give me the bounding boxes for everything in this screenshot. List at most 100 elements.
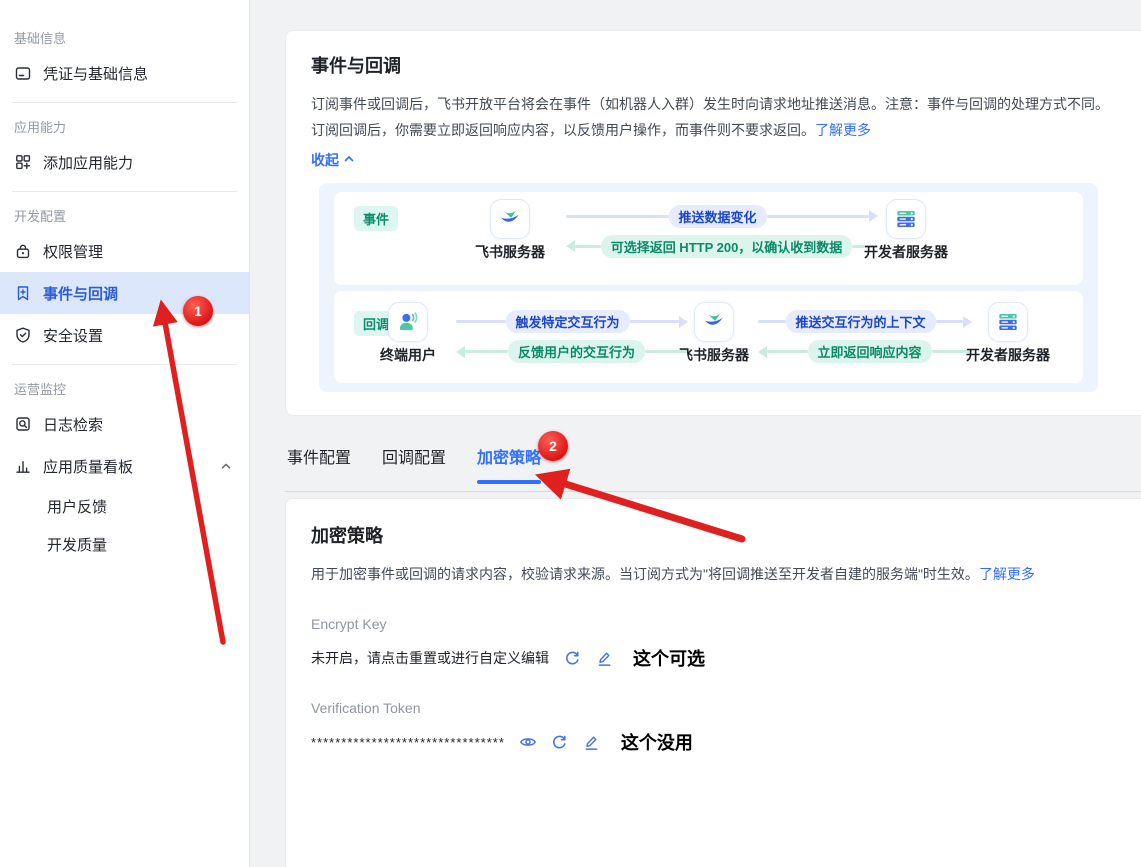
sidebar-item-label: 事件与回调 — [43, 283, 118, 304]
sidebar-item-quality-dashboard[interactable]: 应用质量看板 — [0, 445, 249, 487]
edit-icon[interactable] — [583, 733, 601, 751]
description-line2: 订阅回调后，你需要立即返回响应内容，以反馈用户操作，而事件则不要求返回。 — [311, 122, 815, 138]
learn-more-link[interactable]: 了解更多 — [815, 122, 871, 138]
lock-icon — [14, 242, 32, 260]
tab-event-config[interactable]: 事件配置 — [285, 442, 353, 486]
events-callbacks-diagram: 事件 飞书服务器 推送数据变化 可选择返回 HTTP 200，以 — [319, 183, 1098, 392]
server-icon — [988, 302, 1028, 342]
event-arrows: 推送数据变化 可选择返回 HTTP 200，以确认收到数据 — [566, 205, 878, 257]
node-label: 飞书服务器 — [679, 345, 749, 365]
tab-encryption-strategy[interactable]: 加密策略 — [475, 442, 543, 486]
sidebar-item-label: 添加应用能力 — [43, 152, 133, 173]
encryption-title: 加密策略 — [311, 522, 1141, 548]
sidebar-item-add-capability[interactable]: 添加应用能力 — [0, 141, 249, 183]
feishu-server-node: 飞书服务器 — [666, 302, 762, 365]
encrypt-key-label: Encrypt Key — [311, 616, 1141, 632]
developer-server-node: 开发者服务器 — [960, 302, 1056, 365]
flag-plus-icon — [14, 284, 32, 302]
event-flow-row: 事件 飞书服务器 推送数据变化 可选择返回 HTTP 200，以 — [334, 192, 1083, 285]
arrow-label: 触发特定交互行为 — [506, 310, 630, 333]
http200-arrow: 可选择返回 HTTP 200，以确认收到数据 — [566, 235, 878, 257]
eye-icon[interactable] — [519, 733, 537, 751]
end-user-icon — [388, 302, 428, 342]
feishu-logo-icon — [490, 199, 530, 239]
immediate-response-arrow: 立即返回响应内容 — [758, 341, 972, 363]
node-label: 开发者服务器 — [966, 345, 1050, 365]
annotation-note-unused: 这个没用 — [621, 729, 693, 755]
section-label-operations-monitoring: 运营监控 — [0, 373, 249, 403]
feishu-logo-icon — [694, 302, 734, 342]
server-icon — [886, 199, 926, 239]
node-label: 开发者服务器 — [864, 242, 948, 262]
sidebar-item-label: 凭证与基础信息 — [43, 63, 148, 84]
refresh-icon[interactable] — [551, 733, 569, 751]
log-search-icon — [14, 415, 32, 433]
sidebar-item-credentials[interactable]: 凭证与基础信息 — [0, 52, 249, 94]
tab-callback-config[interactable]: 回调配置 — [380, 442, 448, 486]
page-description: 订阅事件或回调后，飞书开放平台将会在事件（如机器人入群）发生时向请求地址推送消息… — [311, 91, 1141, 143]
developer-server-node: 开发者服务器 — [858, 199, 954, 262]
event-badge: 事件 — [354, 206, 398, 231]
divider — [12, 102, 237, 103]
description-line1: 订阅事件或回调后，飞书开放平台将会在事件（如机器人入群）发生时向请求地址推送消息… — [311, 96, 1109, 112]
verification-token-value: ******************************** — [311, 735, 505, 750]
sidebar-item-label: 安全设置 — [43, 325, 103, 346]
verification-token-label: Verification Token — [311, 700, 1141, 716]
sidebar-item-user-feedback[interactable]: 用户反馈 — [0, 487, 249, 525]
push-context-arrow: 推送交互行为的上下文 — [758, 311, 972, 333]
sidebar-item-security-settings[interactable]: 安全设置 — [0, 314, 249, 356]
encryption-description: 用于加密事件或回调的请求内容，校验请求来源。当订阅方式为"将回调推送至开发者自建… — [311, 561, 1141, 587]
verification-token-row: ******************************** 这个没用 — [311, 729, 1141, 755]
chevron-up-icon[interactable] — [219, 459, 233, 473]
refresh-icon[interactable] — [563, 649, 581, 667]
callback-flow-row: 回调 终端用户 触发特定交互行为 反馈用户的交互行为 — [334, 291, 1083, 384]
events-callbacks-card: 事件与回调 订阅事件或回调后，飞书开放平台将会在事件（如机器人入群）发生时向请求… — [285, 30, 1141, 416]
arrow-label: 推送数据变化 — [669, 205, 767, 228]
grid-plus-icon — [14, 153, 32, 171]
divider — [12, 364, 237, 365]
trigger-interaction-arrow: 触发特定交互行为 — [456, 311, 688, 333]
push-data-arrow: 推送数据变化 — [566, 205, 878, 227]
id-card-icon — [14, 64, 32, 82]
node-label: 终端用户 — [380, 345, 436, 365]
sidebar-item-label: 日志检索 — [43, 414, 103, 435]
arrow-label: 立即返回响应内容 — [808, 340, 932, 363]
callback-arrows-segment1: 触发特定交互行为 反馈用户的交互行为 — [456, 311, 688, 363]
page-title: 事件与回调 — [311, 52, 1141, 78]
arrow-head-left — [758, 346, 767, 358]
arrow-label: 推送交互行为的上下文 — [786, 310, 936, 333]
arrow-head-left — [456, 346, 465, 358]
annotation-note-optional: 这个可选 — [633, 645, 705, 671]
section-label-basic-info: 基础信息 — [0, 22, 249, 52]
end-user-node: 终端用户 — [360, 302, 456, 365]
learn-more-link[interactable]: 了解更多 — [979, 566, 1035, 582]
encrypt-key-value: 未开启，请点击重置或进行自定义编辑 — [311, 648, 549, 668]
sidebar-item-label: 应用质量看板 — [43, 456, 133, 477]
encryption-description-text: 用于加密事件或回调的请求内容，校验请求来源。当订阅方式为"将回调推送至开发者自建… — [311, 566, 979, 582]
edit-icon[interactable] — [595, 649, 613, 667]
node-label: 飞书服务器 — [475, 242, 545, 262]
arrow-label: 可选择返回 HTTP 200，以确认收到数据 — [601, 235, 853, 258]
main-content: 事件与回调 订阅事件或回调后，飞书开放平台将会在事件（如机器人入群）发生时向请求… — [251, 0, 1141, 867]
tabs-divider — [285, 491, 1141, 492]
sidebar-item-label: 开发质量 — [47, 534, 107, 555]
sidebar: 基础信息 凭证与基础信息 应用能力 添加应用能力 开发配置 权限管理 事件与回调… — [0, 0, 250, 867]
sidebar-item-dev-quality[interactable]: 开发质量 — [0, 525, 249, 563]
sidebar-item-label: 用户反馈 — [47, 496, 107, 517]
divider — [12, 191, 237, 192]
arrow-head-left — [566, 240, 575, 252]
collapse-label: 收起 — [311, 150, 339, 170]
sidebar-item-permissions[interactable]: 权限管理 — [0, 230, 249, 272]
section-label-app-capabilities: 应用能力 — [0, 111, 249, 141]
config-tabs: 事件配置 回调配置 加密策略 — [285, 442, 543, 486]
callback-arrows-segment2: 推送交互行为的上下文 立即返回响应内容 — [758, 311, 972, 363]
sidebar-item-label: 权限管理 — [43, 241, 103, 262]
sidebar-item-events-callbacks[interactable]: 事件与回调 — [0, 272, 249, 314]
sidebar-item-log-search[interactable]: 日志检索 — [0, 403, 249, 445]
bar-chart-icon — [14, 457, 32, 475]
feishu-server-node: 飞书服务器 — [462, 199, 558, 262]
arrow-label: 反馈用户的交互行为 — [508, 340, 645, 363]
encrypt-key-row: 未开启，请点击重置或进行自定义编辑 这个可选 — [311, 645, 1141, 671]
collapse-toggle[interactable]: 收起 — [311, 150, 355, 170]
shield-check-icon — [14, 326, 32, 344]
